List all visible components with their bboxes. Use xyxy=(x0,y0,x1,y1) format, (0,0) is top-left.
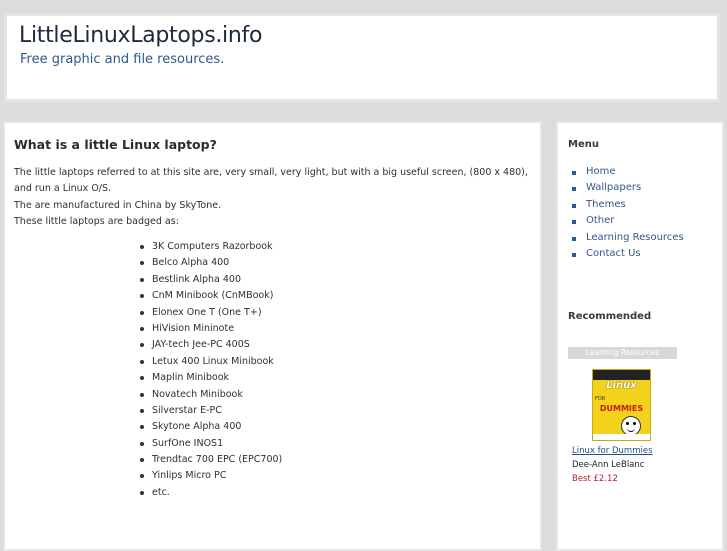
list-item: Trendtac 700 EPC (EPC700) xyxy=(137,452,282,468)
bullet-icon xyxy=(140,490,144,495)
sidebar-item-other[interactable]: Other xyxy=(572,213,684,229)
list-item: Letux 400 Linux Minibook xyxy=(137,354,282,370)
intro-paragraph: These little laptops are badged as: xyxy=(14,215,179,227)
cover-series: DUMMIES xyxy=(599,404,644,413)
bullet-icon xyxy=(140,441,144,446)
main-content: What is a little Linux laptop? The littl… xyxy=(3,121,542,551)
sidebar-item-learning-resources[interactable]: Learning Resources xyxy=(572,230,684,246)
intro-text: The little laptops referred to at this s… xyxy=(14,165,534,230)
bullet-icon xyxy=(140,458,144,463)
list-item: Skytone Alpha 400 xyxy=(137,419,282,435)
bullet-icon xyxy=(140,376,144,381)
bullet-icon xyxy=(140,294,144,299)
list-item: CnM Minibook (CnMBook) xyxy=(137,288,282,304)
book-title-link[interactable]: Linux for Dummies xyxy=(572,446,653,456)
bullet-icon xyxy=(140,261,144,266)
bullet-icon xyxy=(140,392,144,397)
page-heading: What is a little Linux laptop? xyxy=(14,137,217,152)
menu-heading: Menu xyxy=(568,139,599,150)
site-header: LittleLinuxLaptops.info Free graphic and… xyxy=(4,13,720,102)
site-subtitle: Free graphic and file resources. xyxy=(20,52,225,67)
sidebar-item-contact-us[interactable]: Contact Us xyxy=(572,246,684,262)
list-item: Novatech Minibook xyxy=(137,387,282,403)
list-item: Bestlink Alpha 400 xyxy=(137,272,282,288)
sidebar-item-home[interactable]: Home xyxy=(572,164,684,180)
cover-for: FOR xyxy=(595,396,606,402)
list-item: Maplin Minibook xyxy=(137,370,282,386)
category-badge: Learning Resources xyxy=(568,347,677,359)
intro-paragraph: The are manufactured in China by SkyTone… xyxy=(14,199,222,211)
bullet-icon xyxy=(572,187,576,192)
bullet-icon xyxy=(140,425,144,430)
dummies-face-icon xyxy=(621,416,641,436)
sidebar-menu: Home Wallpapers Themes Other Learning Re… xyxy=(572,164,684,262)
site-title[interactable]: LittleLinuxLaptops.info xyxy=(19,23,262,48)
bullet-icon xyxy=(140,310,144,315)
list-item: HiVision Mininote xyxy=(137,321,282,337)
book-price: Best £2.12 xyxy=(572,474,618,484)
bullet-icon xyxy=(140,245,144,249)
bullet-icon xyxy=(572,171,576,175)
list-item: Elonex One T (One T+) xyxy=(137,305,282,321)
bullet-icon xyxy=(140,343,144,348)
list-item: Yinlips Micro PC xyxy=(137,468,282,484)
cover-title: Linux xyxy=(606,380,637,391)
book-cover-image[interactable]: Linux FOR DUMMIES xyxy=(592,369,651,441)
list-item: Silverstar E-PC xyxy=(137,403,282,419)
list-item: etc. xyxy=(137,485,282,501)
bullet-icon xyxy=(140,359,144,364)
sidebar-item-themes[interactable]: Themes xyxy=(572,197,684,213)
bullet-icon xyxy=(572,236,576,241)
sidebar: Menu Home Wallpapers Themes Other Learni… xyxy=(556,121,724,551)
bullet-icon xyxy=(140,277,144,282)
intro-paragraph: The little laptops referred to at this s… xyxy=(14,167,528,195)
bullet-icon xyxy=(140,408,144,413)
sidebar-item-wallpapers[interactable]: Wallpapers xyxy=(572,180,684,196)
list-item: Belco Alpha 400 xyxy=(137,255,282,271)
bullet-icon xyxy=(572,252,576,257)
list-item: JAY-tech Jee-PC 400S xyxy=(137,337,282,353)
bullet-icon xyxy=(572,203,576,208)
laptop-brand-list: 3K Computers Razorbook Belco Alpha 400 B… xyxy=(137,239,282,501)
bullet-icon xyxy=(140,474,144,479)
bullet-icon xyxy=(140,326,144,331)
book-author: Dee-Ann LeBlanc xyxy=(572,460,645,470)
recommended-heading: Recommended xyxy=(568,311,652,322)
list-item: 3K Computers Razorbook xyxy=(137,239,282,255)
list-item: SurfOne INOS1 xyxy=(137,436,282,452)
bullet-icon xyxy=(572,220,576,225)
